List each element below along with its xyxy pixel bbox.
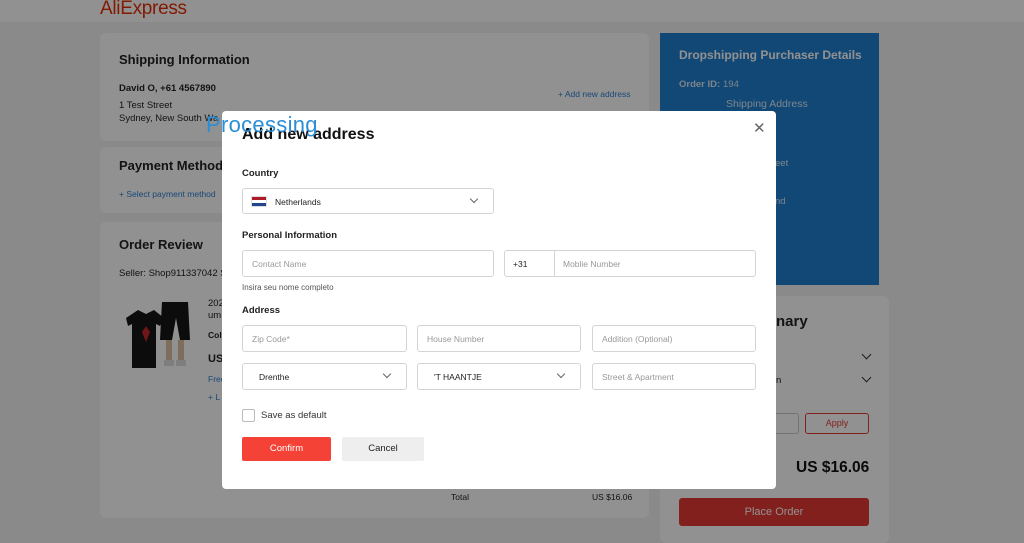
house-number-placeholder: House Number (427, 334, 485, 344)
cancel-button[interactable]: Cancel (342, 437, 424, 461)
addition-placeholder: Addition (Optional) (602, 334, 673, 344)
phone-field: +31 Moblie Number (504, 250, 756, 277)
contact-name-input[interactable]: Contact Name (242, 250, 494, 277)
processing-overlay-text: Processing (206, 112, 318, 137)
chevron-down-icon (382, 369, 392, 379)
chevron-down-icon (556, 369, 566, 379)
save-default-label[interactable]: Save as default (261, 410, 327, 421)
city-value: 'T HAANTJE (434, 372, 482, 382)
contact-name-helper: Insira seu nome completo (242, 283, 334, 292)
address-label: Address (242, 305, 281, 316)
street-apartment-input[interactable]: Street & Apartment (592, 363, 756, 390)
add-address-modal: Add new address Processing ✕ Country Net… (206, 111, 776, 489)
mobile-number-input[interactable]: Moblie Number (563, 259, 621, 269)
country-value: Netherlands (275, 197, 321, 207)
province-value: Drenthe (259, 372, 290, 382)
city-select[interactable]: 'T HAANTJE (417, 363, 581, 390)
country-select[interactable]: Netherlands (242, 188, 494, 214)
phone-country-code[interactable]: +31 (513, 259, 527, 269)
addition-input[interactable]: Addition (Optional) (592, 325, 756, 352)
zip-code-input[interactable]: Zip Code* (242, 325, 407, 352)
close-icon[interactable]: ✕ (753, 119, 766, 137)
house-number-input[interactable]: House Number (417, 325, 581, 352)
chevron-down-icon (469, 194, 479, 204)
zip-code-placeholder: Zip Code* (252, 334, 290, 344)
street-apartment-placeholder: Street & Apartment (602, 372, 674, 382)
country-label: Country (242, 168, 279, 179)
phone-divider (554, 251, 555, 276)
confirm-button[interactable]: Confirm (242, 437, 331, 461)
contact-name-placeholder: Contact Name (252, 259, 307, 269)
save-default-checkbox[interactable] (242, 409, 255, 422)
netherlands-flag-icon (251, 196, 267, 207)
personal-information-label: Personal Information (242, 230, 338, 241)
province-select[interactable]: Drenthe (242, 363, 407, 390)
